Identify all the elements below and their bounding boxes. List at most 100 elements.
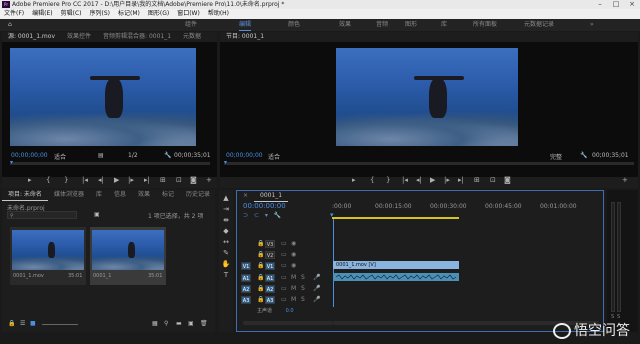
track-eye-icon[interactable]: ◉ (291, 251, 296, 258)
menu-graphics[interactable]: 图形(G) (144, 9, 173, 19)
source-insert-icon[interactable]: ⊞ (160, 176, 166, 184)
program-mark-in-icon[interactable]: ▸ (352, 176, 356, 184)
source-patch-a3[interactable]: A3 (241, 296, 251, 304)
program-settings-icon[interactable]: 🔧 (580, 152, 587, 159)
program-go-in-icon[interactable]: |◂ (402, 176, 408, 184)
timeline-playhead-icon[interactable]: ▾ (330, 211, 334, 219)
track-sync-icon[interactable]: ▭ (281, 251, 287, 258)
mute-icon[interactable]: M (291, 296, 296, 303)
slip-tool-icon[interactable]: ↔ (219, 238, 233, 249)
workspace-libraries[interactable]: 库 (441, 19, 447, 31)
home-icon[interactable]: ⌂ (8, 19, 12, 31)
add-marker-icon[interactable]: ▾ (265, 212, 268, 219)
time-ruler[interactable]: :00:00 00:00:15:00 00:00:30:00 00:00:45:… (332, 203, 600, 219)
mic-icon[interactable]: 🎤 (313, 285, 320, 292)
workspace-color[interactable]: 颜色 (288, 19, 300, 31)
mic-icon[interactable]: 🎤 (313, 296, 320, 303)
timeline-timecode[interactable]: 00:00:00:00 (243, 202, 286, 210)
tab-libraries[interactable]: 库 (90, 190, 108, 200)
project-search-input[interactable]: ⚲ (7, 211, 77, 219)
program-export-frame-icon[interactable]: ◙ (504, 176, 511, 184)
source-playhead-icon[interactable]: ▾ (10, 159, 13, 166)
track-lock-icon[interactable]: 🔒 (257, 274, 264, 281)
menu-window[interactable]: 窗口(W) (173, 9, 204, 19)
program-lift-icon[interactable]: ⊞ (474, 176, 480, 184)
source-play-icon[interactable]: ▶ (114, 176, 119, 184)
source-mark-in-bracket-icon[interactable]: { (46, 176, 50, 184)
mute-icon[interactable]: M (291, 285, 296, 292)
menu-marker[interactable]: 标记(M) (114, 9, 144, 19)
program-quality-select[interactable]: 完整 (550, 152, 562, 161)
track-eye-icon[interactable]: ◉ (291, 262, 296, 269)
razor-tool-icon[interactable]: ◆ (219, 227, 233, 238)
source-go-out-icon[interactable]: ▸| (144, 176, 150, 184)
workspace-editing[interactable]: 编辑 (239, 19, 252, 31)
source-go-in-icon[interactable]: |◂ (82, 176, 88, 184)
track-lock-icon[interactable]: 🔒 (257, 262, 264, 269)
hand-tool-icon[interactable]: ✋ (219, 260, 233, 271)
source-add-icon[interactable]: + (206, 176, 212, 184)
solo-right-icon[interactable]: S (617, 314, 620, 320)
timeline-close-icon[interactable]: × (237, 191, 254, 201)
source-mark-out-icon[interactable]: } (64, 176, 68, 184)
project-item-clip[interactable]: 0001_1.mov 35:01 (10, 227, 86, 285)
trash-icon[interactable]: 🗑 (200, 320, 208, 327)
source-fit-select[interactable]: 适合 (54, 152, 66, 161)
snap-icon[interactable]: ⊃ (243, 212, 248, 219)
icon-view-icon[interactable]: ■ (30, 320, 36, 327)
timeline-settings-icon[interactable]: 🔧 (274, 212, 281, 219)
menu-sequence[interactable]: 序列(S) (86, 9, 115, 19)
work-area-bar[interactable] (332, 217, 459, 219)
workspace-all-panels[interactable]: 所有面板 (473, 19, 497, 31)
menu-help[interactable]: 帮助(H) (204, 9, 233, 19)
ripple-edit-tool-icon[interactable]: ⇼ (219, 216, 233, 227)
solo-left-icon[interactable]: S (611, 314, 614, 320)
menu-edit[interactable]: 编辑(E) (28, 9, 56, 19)
audio-clip[interactable] (333, 273, 459, 281)
new-item-icon[interactable]: ▣ (188, 320, 194, 327)
program-video-frame[interactable] (336, 48, 518, 146)
track-lock-icon[interactable]: 🔒 (257, 296, 264, 303)
source-step-forward-icon[interactable]: |▸ (128, 176, 134, 184)
program-fit-select[interactable]: 适合 (268, 152, 280, 161)
source-mark-in-icon[interactable]: ▸ (28, 176, 32, 184)
lock-icon[interactable]: 🔒 (8, 320, 15, 327)
workspace-effects[interactable]: 效果 (339, 19, 351, 31)
linked-selection-icon[interactable]: ⊂ (254, 212, 259, 219)
find-icon[interactable]: ⚲ (164, 320, 168, 327)
solo-icon[interactable]: S (301, 296, 305, 303)
video-clip[interactable]: 0001_1.mov [V] (333, 261, 459, 269)
type-tool-icon[interactable]: T (219, 271, 233, 282)
program-timecode[interactable]: 00;00;00;00 (226, 152, 263, 159)
track-label-a1[interactable]: A1 (265, 274, 275, 282)
program-extract-icon[interactable]: ⊡ (490, 176, 496, 184)
mic-icon[interactable]: 🎤 (313, 274, 320, 281)
tab-project[interactable]: 项目: 未命名 (2, 190, 48, 201)
tab-media-browser[interactable]: 媒体浏览器 (48, 190, 90, 200)
source-step-back-icon[interactable]: ◂| (98, 176, 104, 184)
workspace-graphics[interactable]: 图形 (405, 19, 417, 31)
tab-effect-controls[interactable]: 效果控件 (61, 32, 97, 42)
program-play-icon[interactable]: ▶ (430, 176, 435, 184)
program-mark-in-bracket-icon[interactable]: { (370, 176, 374, 184)
track-lock-icon[interactable]: 🔒 (257, 285, 264, 292)
project-item-sequence[interactable]: 0001_1 35:01 (90, 227, 166, 285)
source-scrubber[interactable] (10, 162, 210, 165)
program-playhead-icon[interactable]: ▾ (224, 159, 227, 166)
tab-info[interactable]: 信息 (108, 190, 132, 200)
track-label-v1[interactable]: V1 (265, 262, 275, 270)
new-bin-from-search-icon[interactable]: ▣ (94, 211, 100, 218)
workspace-audio[interactable]: 音频 (376, 19, 388, 31)
track-sync-icon[interactable]: ▭ (281, 274, 287, 281)
close-icon[interactable]: × (624, 0, 640, 9)
tab-markers[interactable]: 标记 (156, 190, 180, 200)
selection-tool-icon[interactable]: ▲ (219, 194, 233, 205)
track-sync-icon[interactable]: ▭ (281, 285, 287, 292)
tab-effects[interactable]: 效果 (132, 190, 156, 200)
new-bin-icon[interactable]: ▦ (152, 320, 158, 327)
folder-icon[interactable]: ▬ (176, 320, 182, 327)
track-lock-icon[interactable]: 🔒 (257, 251, 264, 258)
tab-audio-clip-mixer[interactable]: 音频剪辑混合器: 0001_1 (97, 32, 177, 42)
zoom-slider[interactable] (42, 324, 78, 325)
menu-clip[interactable]: 剪辑(C) (57, 9, 86, 19)
